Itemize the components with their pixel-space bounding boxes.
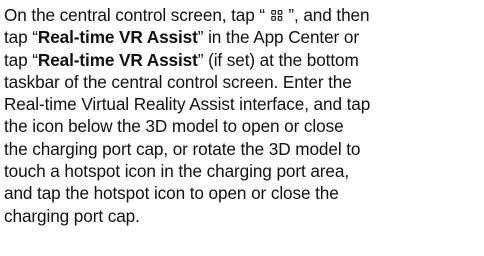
document-page: On the central control screen, tap “ ”, … xyxy=(0,0,484,256)
app-center-grid-icon xyxy=(270,10,283,21)
text-line-2: tap “Real-time VR Assist” in the App Cen… xyxy=(4,26,480,48)
text-line-7: the charging port cap, or rotate the 3D … xyxy=(4,138,361,159)
text-segment: ”, and then xyxy=(283,5,370,25)
text-line-10: charging port cap. xyxy=(4,205,140,226)
text-line-3: tap “Real-time VR Assist” (if set) at th… xyxy=(4,49,480,71)
text-line-5: Real-time Virtual Reality Assist interfa… xyxy=(4,94,371,115)
text-line-6: the icon below the 3D model to open or c… xyxy=(4,116,344,137)
text-line-1: On the central control screen, tap “ ”, … xyxy=(4,4,480,26)
text-segment: On the central control screen, tap “ xyxy=(4,5,270,25)
instruction-paragraph: On the central control screen, tap “ ”, … xyxy=(4,4,480,227)
text-line-8: touch a hotspot icon in the charging por… xyxy=(4,161,350,182)
text-line-4: taskbar of the central control screen. E… xyxy=(4,71,352,92)
text-segment: ” in the App Center or xyxy=(197,27,359,48)
text-line-9: and tap the hotspot icon to open or clos… xyxy=(4,183,339,204)
text-segment: ” (if set) at the bottom xyxy=(197,49,359,70)
app-name-bold: Real-time VR Assist xyxy=(37,27,198,48)
text-segment: tap “ xyxy=(4,49,38,70)
text-segment: tap “ xyxy=(4,27,38,48)
app-name-bold: Real-time VR Assist xyxy=(37,49,198,70)
